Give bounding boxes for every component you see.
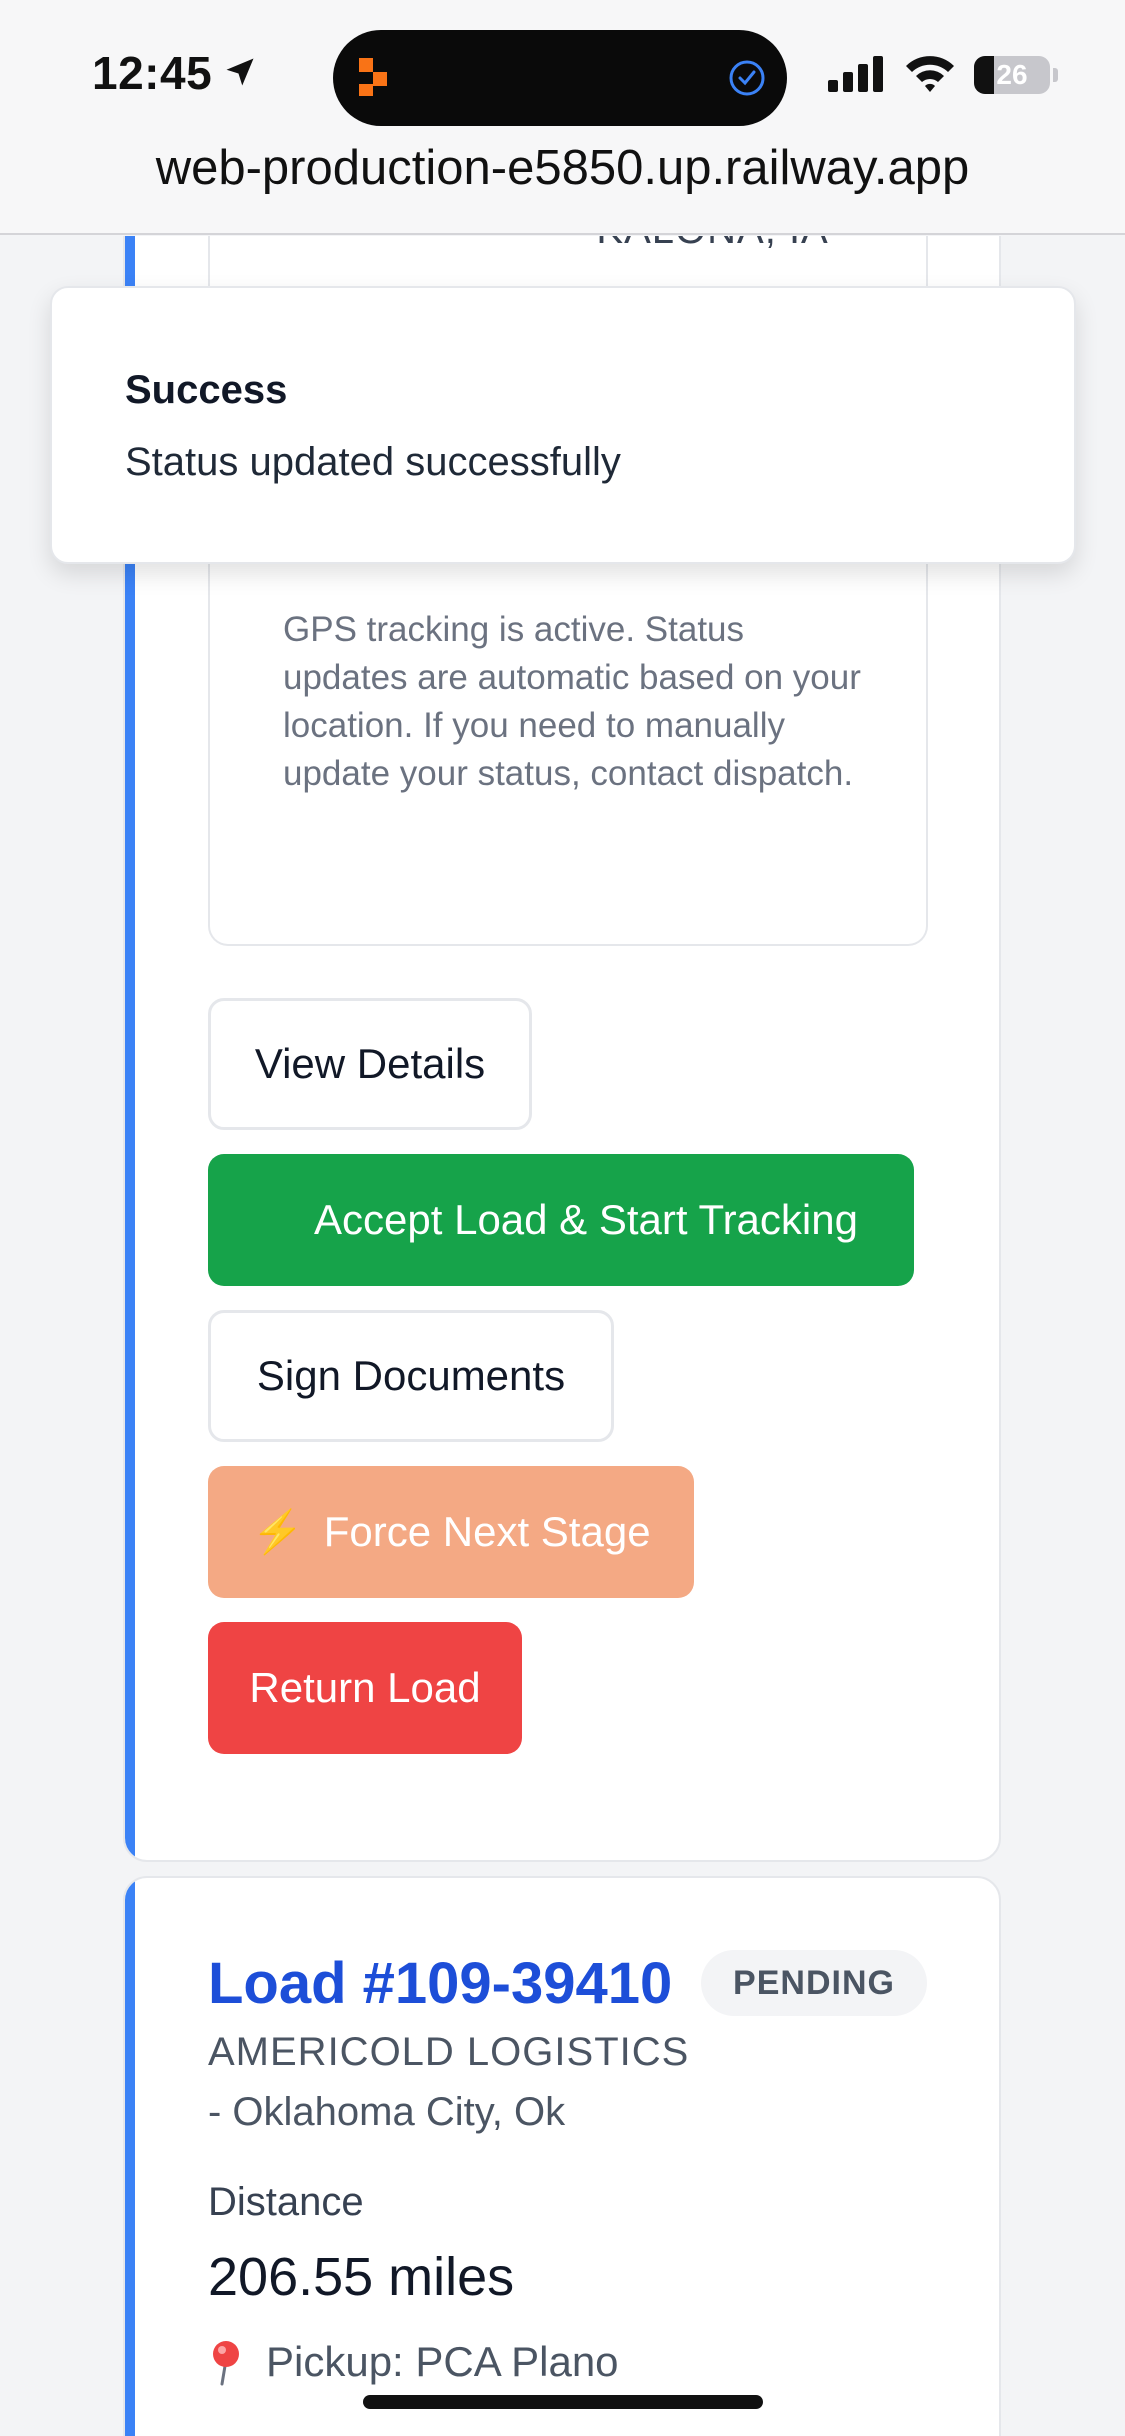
home-indicator[interactable]: [363, 2395, 763, 2409]
status-time: 12:45: [92, 47, 213, 99]
shipper-city: - Oklahoma City, Ok: [208, 2090, 566, 2134]
gps-tracking-note: GPS tracking is active. Status updates a…: [283, 610, 861, 793]
pickup-row: Pickup: PCA Plano: [208, 2338, 619, 2386]
status-badge: PENDING: [701, 1950, 927, 2016]
distance-value: 206.55 miles: [208, 2247, 515, 2307]
accept-load-button[interactable]: Accept Load & Start Tracking: [208, 1154, 914, 1286]
shipper-name: AMERICOLD LOGISTICS: [208, 2030, 690, 2074]
load-title-link[interactable]: Load #109-39410: [208, 1950, 672, 2017]
wifi-icon: [906, 56, 954, 92]
app-activity-icon: [359, 58, 387, 96]
battery-level: 26: [996, 59, 1028, 90]
sign-documents-button[interactable]: Sign Documents: [208, 1310, 614, 1442]
view-details-button[interactable]: View Details: [208, 998, 532, 1130]
lightning-icon: ⚡: [251, 1507, 304, 1555]
delivery-location: - KALONA, IA: [570, 236, 829, 253]
cellular-signal-icon: [828, 56, 883, 92]
force-next-stage-label: Force Next Stage: [323, 1508, 651, 1555]
toast-title: Success: [125, 368, 288, 412]
toast-message: Status updated successfully: [125, 440, 621, 484]
battery-icon: 26: [974, 56, 1058, 94]
map-pin-icon: [213, 2341, 239, 2386]
page-content: - KALONA, IA GPS tracking is active. Sta…: [0, 236, 1125, 2436]
force-next-stage-button[interactable]: ⚡ Force Next Stage: [208, 1466, 694, 1598]
pickup-location: Pickup: PCA Plano: [266, 2338, 619, 2385]
success-toast: Success Status updated successfully: [50, 286, 1076, 564]
return-load-button[interactable]: Return Load: [208, 1622, 522, 1754]
dynamic-island: [333, 30, 787, 126]
load-card-next: Load #109-39410 PENDING AMERICOLD LOGIST…: [123, 1876, 1001, 2436]
status-bar: 12:45 26 web-production-e5850.up.railway…: [0, 0, 1125, 235]
check-circle-icon: [729, 60, 765, 96]
address-bar-url[interactable]: web-production-e5850.up.railway.app: [0, 140, 1125, 196]
distance-label: Distance: [208, 2180, 364, 2224]
location-arrow-icon: [226, 58, 254, 86]
